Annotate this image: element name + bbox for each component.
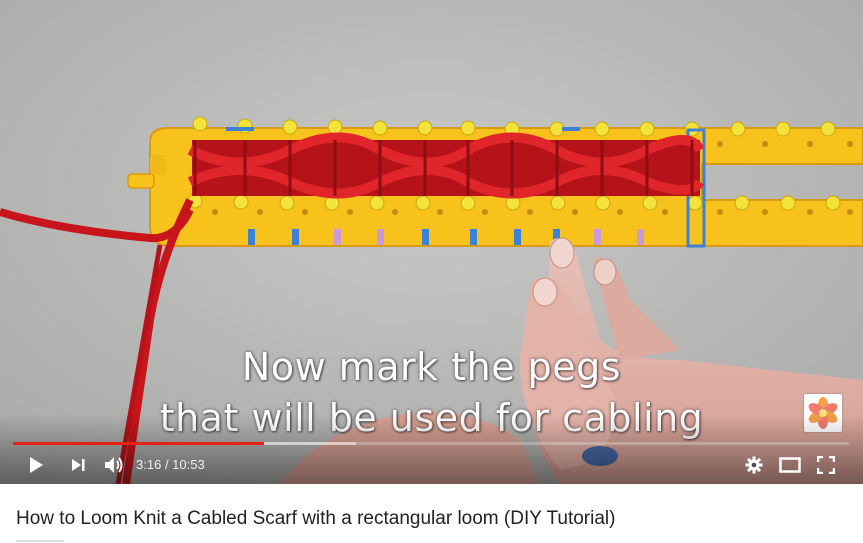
theater-mode-button[interactable]: [778, 454, 802, 476]
theater-mode-icon: [779, 457, 801, 473]
volume-button[interactable]: [102, 454, 126, 476]
fullscreen-icon: [817, 456, 835, 474]
settings-button[interactable]: [742, 454, 766, 476]
title-divider: [16, 540, 64, 542]
gear-icon: [745, 456, 763, 474]
video-title: How to Loom Knit a Cabled Scarf with a r…: [16, 508, 616, 529]
progress-played: [13, 442, 264, 445]
player-controls: 3:16 / 10:53: [0, 448, 863, 482]
youtube-watch-page: Now mark the pegs that will be used for …: [0, 0, 863, 543]
play-button[interactable]: [24, 454, 48, 476]
video-player[interactable]: Now mark the pegs that will be used for …: [0, 0, 863, 484]
progress-bar[interactable]: [13, 442, 849, 445]
current-time: 3:16: [136, 457, 162, 472]
fullscreen-button[interactable]: [814, 454, 838, 476]
video-info: How to Loom Knit a Cabled Scarf with a r…: [0, 484, 863, 543]
skip-next-icon: [72, 459, 85, 471]
play-icon: [30, 457, 43, 473]
caption-line-1: Now mark the pegs: [241, 345, 622, 389]
time-display: 3:16 / 10:53: [136, 457, 205, 472]
next-button[interactable]: [66, 454, 90, 476]
volume-icon: [105, 457, 123, 473]
duration: 10:53: [172, 457, 205, 472]
